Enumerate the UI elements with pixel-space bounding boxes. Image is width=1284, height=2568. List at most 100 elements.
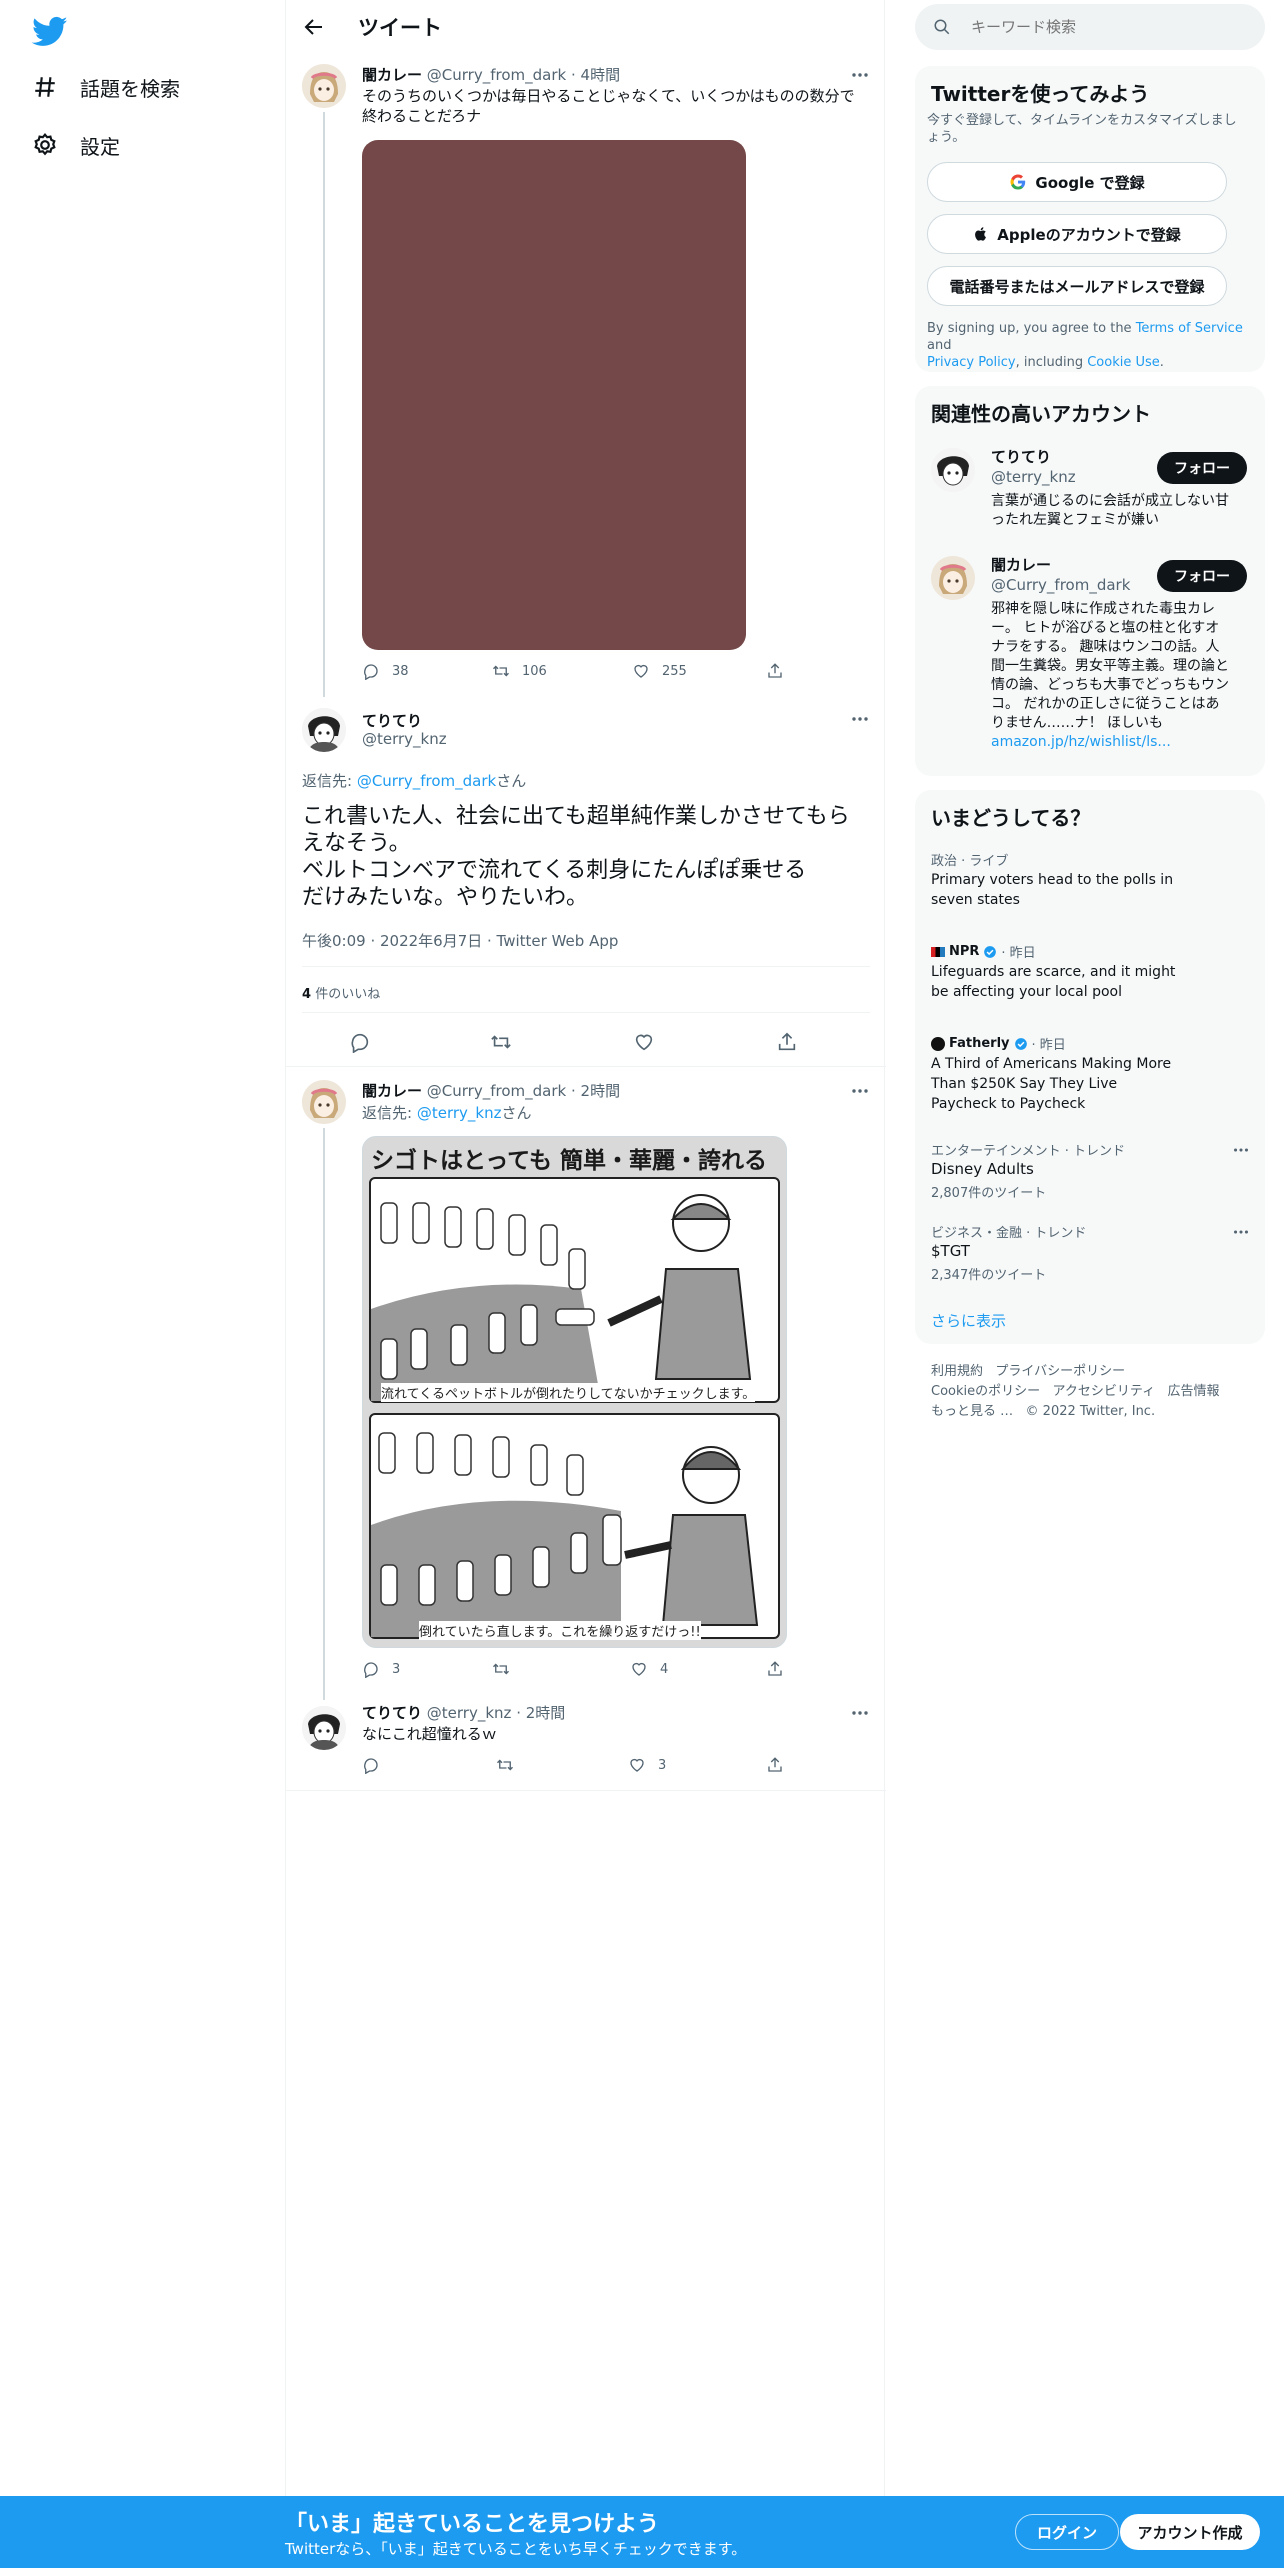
npr-logo: [931, 946, 945, 957]
footer-link-privacy[interactable]: プライバシーポリシー: [995, 1364, 1125, 1379]
signup-button[interactable]: アカウント作成: [1120, 2514, 1260, 2550]
avatar[interactable]: [302, 64, 346, 108]
footer-copyright: © 2022 Twitter, Inc.: [1025, 1404, 1156, 1419]
footer-link-cookie[interactable]: Cookieのポリシー: [931, 1384, 1040, 1399]
author-handle[interactable]: @Curry_from_dark: [427, 1082, 566, 1100]
manga-panel-1: [369, 1177, 780, 1403]
more-options-icon[interactable]: [849, 1080, 871, 1102]
tweet-actions: 38 106 255: [362, 662, 782, 684]
author-name[interactable]: 闇カレー: [362, 1082, 422, 1100]
like-button[interactable]: 255: [632, 662, 687, 680]
reply-button[interactable]: 38: [362, 662, 409, 680]
hashtag-icon: [35, 77, 55, 97]
share-button[interactable]: [766, 1756, 784, 1774]
share-icon: [778, 1032, 796, 1051]
reply-to-link[interactable]: @Curry_from_dark: [357, 772, 496, 790]
twitter-logo-icon[interactable]: [30, 12, 68, 50]
cookie-link[interactable]: Cookie Use: [1087, 355, 1160, 370]
privacy-link[interactable]: Privacy Policy: [927, 355, 1016, 370]
nav-explore[interactable]: 話題を検索: [32, 67, 180, 107]
share-button[interactable]: [766, 662, 784, 680]
signup-terms: By signing up, you agree to the Terms of…: [927, 321, 1243, 370]
page-header: ツイート: [286, 0, 886, 54]
retweet-button[interactable]: [496, 1756, 514, 1774]
like-button[interactable]: 4: [630, 1660, 668, 1678]
google-signup-button[interactable]: Google で登録: [927, 162, 1227, 202]
author-handle[interactable]: @Curry_from_dark: [427, 66, 566, 84]
reply-button[interactable]: [349, 1031, 371, 1053]
share-button[interactable]: [766, 1660, 784, 1678]
avatar[interactable]: [931, 448, 975, 492]
reply-button[interactable]: [362, 1756, 380, 1774]
account-handle[interactable]: @terry_knz: [991, 468, 1076, 486]
tweet-time[interactable]: 2時間: [526, 1704, 566, 1722]
more-options-icon[interactable]: [849, 64, 871, 86]
tweet-image[interactable]: [362, 140, 746, 650]
tweet-time[interactable]: 4時間: [581, 66, 621, 84]
footer-link-more[interactable]: もっと見る …: [931, 1404, 1013, 1419]
manga-image[interactable]: シゴトはとっても 簡単・華麗・誇れる 流れてくるペットボトルが倒れたりしてないか…: [362, 1136, 787, 1648]
search-box[interactable]: [915, 4, 1265, 50]
avatar[interactable]: [302, 708, 346, 752]
back-arrow-icon[interactable]: [302, 15, 326, 39]
like-button[interactable]: 3: [628, 1756, 666, 1774]
account-bio: 邪神を隠し味に作成された毒虫カレ ー。 ヒトが浴びると塩の柱と化すオ ナラをする…: [991, 600, 1253, 752]
footer-link-tos[interactable]: 利用規約: [931, 1364, 983, 1379]
share-button[interactable]: [776, 1031, 798, 1053]
login-button[interactable]: ログイン: [1015, 2514, 1119, 2550]
phone-email-signup-button[interactable]: 電話番号またはメールアドレスで登録: [927, 266, 1227, 306]
reply-to: 返信先: @terry_knzさん: [362, 1104, 532, 1122]
related-accounts-title: 関連性の高いアカウント: [931, 402, 1151, 426]
main-column: ツイート 闇カレー @Curry_from_dark · 4時間 そのうちのいく…: [285, 0, 886, 2500]
tweet-time[interactable]: 2時間: [581, 1082, 621, 1100]
retweet-button[interactable]: [492, 1660, 510, 1678]
show-more-link[interactable]: さらに表示: [931, 1310, 1006, 1331]
retweet-icon: [493, 1663, 509, 1675]
more-options-icon[interactable]: [849, 708, 871, 730]
nav-settings[interactable]: 設定: [32, 125, 120, 165]
author-name[interactable]: てりてり: [362, 712, 422, 730]
follow-button[interactable]: フォロー: [1157, 560, 1247, 592]
author-handle[interactable]: @terry_knz: [362, 730, 447, 748]
more-options-icon[interactable]: [1231, 1222, 1251, 1242]
author-name[interactable]: 闇カレー: [362, 66, 422, 84]
like-button[interactable]: [633, 1031, 655, 1053]
account-handle[interactable]: @Curry_from_dark: [991, 576, 1130, 594]
footer-link-ads[interactable]: 広告情報: [1168, 1384, 1220, 1399]
bottom-subtext: Twitterなら、「いま」起きていることをいち早くチェックできます。: [285, 2540, 747, 2558]
more-options-icon[interactable]: [849, 1702, 871, 1724]
author-handle[interactable]: @terry_knz: [427, 1704, 512, 1722]
time-separator: ·: [516, 1704, 521, 1722]
wishlist-link[interactable]: amazon.jp/hz/wishlist/ls...: [991, 733, 1253, 752]
share-icon: [768, 1661, 782, 1676]
terms-link[interactable]: Terms of Service: [1136, 321, 1243, 336]
retweet-button[interactable]: 106: [492, 662, 547, 680]
trends-card: いまどうしてる？ 政治 · ライブ Primary voters head to…: [915, 790, 1265, 1344]
search-input[interactable]: [971, 4, 1251, 50]
heart-icon: [634, 664, 648, 678]
footer-link-accessibility[interactable]: アクセシビリティ: [1053, 1384, 1156, 1399]
avatar[interactable]: [302, 1706, 346, 1750]
retweet-icon: [493, 665, 509, 677]
reply-button[interactable]: 3: [362, 1660, 400, 1678]
tweet-meta[interactable]: 午後0:09 · 2022年6月7日 · Twitter Web App: [302, 930, 618, 951]
footer-links: 利用規約 プライバシーポリシー Cookieのポリシー アクセシビリティ 広告情…: [931, 1362, 1261, 1422]
retweet-button[interactable]: [490, 1031, 512, 1053]
avatar[interactable]: [931, 556, 975, 600]
follow-button[interactable]: フォロー: [1157, 452, 1247, 484]
manga-caption-1: 流れてくるペットボトルが倒れたりしてないかチェックします。: [381, 1383, 756, 1402]
manga-caption-2: 倒れていたら直します。これを繰り返すだけっ!!: [419, 1621, 701, 1640]
bottom-signup-bar: 「いま」起きていることを見つけよう Twitterなら、「いま」起きていることを…: [0, 2496, 1284, 2568]
account-name[interactable]: てりてり: [991, 446, 1051, 467]
avatar[interactable]: [302, 1080, 346, 1124]
nav-explore-label: 話題を検索: [80, 76, 180, 101]
reply-icon: [364, 1662, 378, 1678]
apple-signup-button[interactable]: Appleのアカウントで登録: [927, 214, 1227, 254]
account-name[interactable]: 闇カレー: [991, 554, 1051, 575]
more-options-icon[interactable]: [1231, 1140, 1251, 1160]
author-name[interactable]: てりてり: [362, 1704, 422, 1722]
likes-count[interactable]: 4 件のいいね: [302, 983, 380, 1002]
nav-settings-label: 設定: [80, 134, 120, 159]
reply-to-link[interactable]: @terry_knz: [417, 1104, 502, 1122]
main-tweet-text: これ書いた人、社会に出ても超単純作業しかさせてもら えなそう。 ベルトコンベアで…: [302, 804, 850, 910]
